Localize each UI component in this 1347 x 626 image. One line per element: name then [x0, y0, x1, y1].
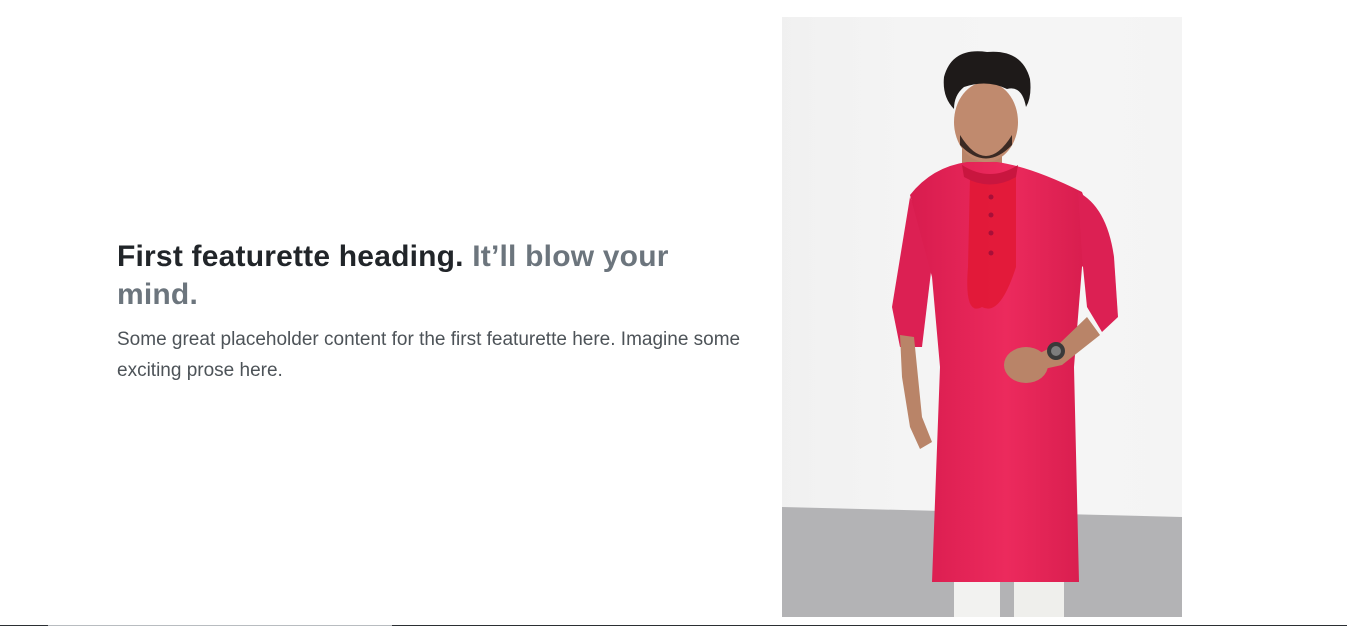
product-photo [782, 17, 1182, 617]
featurette-heading: First featurette heading. It’ll blow you… [117, 238, 757, 314]
featurette-heading-main: First featurette heading. [117, 240, 464, 273]
featurette-lead: Some great placeholder content for the f… [117, 329, 741, 381]
featurette-image [782, 17, 1182, 617]
photo-hand-right [1004, 347, 1048, 383]
featurette-section: First featurette heading. It’ll blow you… [0, 0, 1347, 626]
photo-face [954, 82, 1018, 162]
featurette-text: First featurette heading. It’ll blow you… [117, 238, 757, 386]
